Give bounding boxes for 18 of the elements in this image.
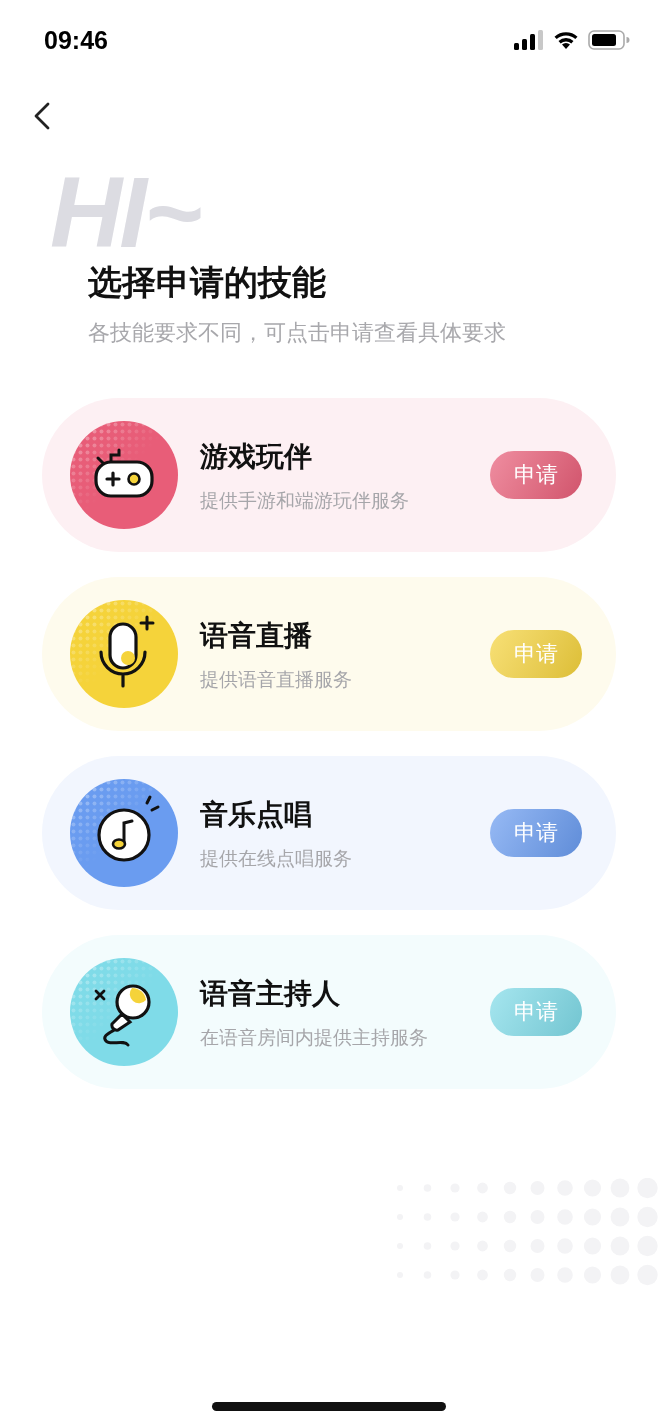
signal-icon bbox=[514, 30, 544, 50]
skill-title: 语音直播 bbox=[200, 617, 313, 654]
page-subtitle: 各技能要求不同，可点击申请查看具体要求 bbox=[88, 319, 506, 347]
skill-description: 在语音房间内提供主持服务 bbox=[200, 1025, 429, 1050]
skill-card[interactable]: 语音主持人 在语音房间内提供主持服务 申请 bbox=[42, 935, 616, 1089]
wifi-icon bbox=[553, 30, 579, 50]
skill-description: 提供语音直播服务 bbox=[200, 667, 353, 692]
battery-icon bbox=[588, 30, 630, 50]
skill-card[interactable]: 音乐点唱 提供在线点唱服务 申请 bbox=[42, 756, 616, 910]
skill-card[interactable]: 游戏玩伴 提供手游和端游玩伴服务 申请 bbox=[42, 398, 616, 552]
skill-description: 提供在线点唱服务 bbox=[200, 846, 353, 871]
skill-title: 语音主持人 bbox=[200, 975, 341, 1012]
page-title: 选择申请的技能 bbox=[88, 261, 326, 304]
status-time: 09:46 bbox=[44, 25, 108, 55]
skill-title: 游戏玩伴 bbox=[200, 438, 313, 475]
skill-title: 音乐点唱 bbox=[200, 796, 313, 833]
skill-card[interactable]: 语音直播 提供语音直播服务 申请 bbox=[42, 577, 616, 731]
skill-description: 提供手游和端游玩伴服务 bbox=[200, 488, 410, 513]
